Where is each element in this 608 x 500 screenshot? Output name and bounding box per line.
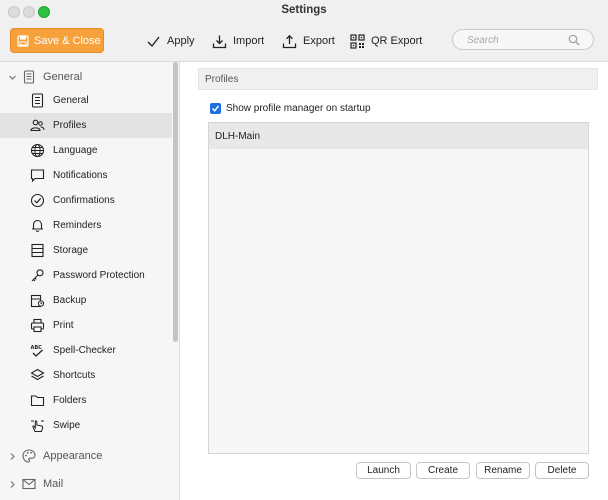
sidebar-item-backup[interactable]: Backup — [0, 288, 172, 313]
check-circle-icon — [30, 193, 45, 208]
sidebar-item-print[interactable]: Print — [0, 313, 172, 338]
title-bar: Settings Save & Close Apply Import Expor… — [0, 0, 608, 62]
show-profile-manager-option[interactable]: Show profile manager on startup — [210, 101, 371, 115]
sidebar-item-label: Folders — [53, 395, 87, 406]
section-title: Profiles — [205, 74, 239, 85]
create-button[interactable]: Create — [416, 462, 470, 479]
sidebar-item-label: Storage — [53, 245, 89, 256]
sidebar-item-label: Password Protection — [53, 270, 145, 281]
launch-button[interactable]: Launch — [356, 462, 411, 479]
export-label: Export — [303, 35, 335, 47]
palette-icon — [22, 449, 36, 463]
envelope-icon — [22, 478, 36, 490]
hand-swipe-icon — [31, 420, 44, 432]
chat-bubble-icon — [30, 169, 45, 183]
sidebar-group-appearance[interactable]: Appearance — [0, 446, 172, 466]
sidebar-item-confirmations[interactable]: Confirmations — [0, 188, 172, 213]
sidebar-item-label: Shortcuts — [53, 370, 96, 381]
sidebar-item-label: Reminders — [53, 220, 102, 231]
sidebar-item-profiles[interactable]: Profiles — [0, 113, 172, 138]
import-label: Import — [233, 35, 265, 47]
sidebar-item-shortcuts[interactable]: Shortcuts — [0, 363, 172, 388]
show-profile-manager-checkbox[interactable] — [210, 102, 221, 114]
delete-button[interactable]: Delete — [535, 462, 589, 479]
backup-icon — [30, 294, 45, 308]
globe-icon — [30, 143, 45, 158]
sidebar-group-general[interactable]: General — [0, 67, 172, 87]
sidebar-item-storage[interactable]: Storage — [0, 238, 172, 263]
document-list-icon — [31, 93, 44, 108]
sidebar-item-folders[interactable]: Folders — [0, 388, 172, 413]
sidebar-item-label: Profiles — [53, 120, 87, 131]
import-button[interactable]: Import — [212, 32, 264, 50]
sidebar-item-swipe[interactable]: Swipe — [0, 413, 172, 438]
qr-code-icon — [350, 33, 365, 49]
svg-text:ABC: ABC — [31, 345, 43, 351]
storage-icon — [31, 243, 44, 258]
search-icon — [568, 34, 580, 46]
sidebar-item-label: Swipe — [53, 420, 81, 431]
users-icon — [30, 119, 45, 132]
printer-icon — [30, 318, 45, 333]
sidebar-item-label: Language — [53, 145, 98, 156]
sidebar-group-label: General — [43, 71, 83, 83]
sidebar-item-label: Confirmations — [53, 195, 115, 206]
save-close-button[interactable]: Save & Close — [10, 28, 104, 53]
sidebar-item-language[interactable]: Language — [0, 138, 172, 163]
layers-icon — [30, 368, 45, 381]
sidebar-item-password-protection[interactable]: Password Protection — [0, 263, 172, 288]
save-disk-icon — [17, 34, 29, 47]
chevron-down-icon — [9, 75, 16, 80]
document-list-icon — [23, 70, 35, 84]
list-item[interactable]: DLH-Main — [209, 123, 588, 149]
checkmark-icon — [211, 105, 220, 112]
search-box[interactable] — [452, 29, 594, 50]
sidebar-item-label: Print — [53, 320, 74, 331]
bell-icon — [32, 219, 43, 232]
section-header: Profiles — [198, 68, 598, 90]
window-title: Settings — [281, 4, 327, 16]
sidebar-group-label: Appearance — [43, 450, 103, 462]
download-icon — [212, 35, 227, 48]
apply-label: Apply — [167, 35, 195, 47]
profile-name: DLH-Main — [215, 131, 261, 142]
key-icon — [31, 269, 44, 282]
export-button[interactable]: Export — [282, 32, 335, 50]
sidebar-item-notifications[interactable]: Notifications — [0, 163, 172, 188]
sidebar-item-label: Backup — [53, 295, 87, 306]
save-close-label: Save & Close — [34, 34, 101, 47]
chevron-right-icon — [10, 452, 15, 460]
rename-button[interactable]: Rename — [476, 462, 530, 479]
show-profile-manager-label: Show profile manager on startup — [226, 102, 371, 114]
apply-button[interactable]: Apply — [146, 32, 195, 50]
qr-export-label: QR Export — [371, 35, 423, 47]
qr-export-button[interactable]: QR Export — [350, 32, 422, 50]
sidebar-scroll-thumb[interactable] — [173, 62, 178, 342]
checkmark-icon — [147, 36, 160, 47]
spell-check-icon: ABC — [31, 345, 43, 357]
search-input[interactable] — [467, 33, 567, 47]
sidebar-item-label: Spell-Checker — [53, 345, 116, 356]
folder-icon — [30, 395, 45, 407]
profile-list[interactable]: DLH-Main — [208, 122, 589, 454]
sidebar-item-label: Notifications — [53, 170, 108, 181]
sidebar-item-label: General — [53, 95, 89, 106]
chevron-right-icon — [10, 480, 15, 488]
sidebar-group-mail[interactable]: Mail — [0, 474, 172, 494]
sidebar-item-spell-checker[interactable]: ABC Spell-Checker — [0, 338, 172, 363]
upload-icon — [282, 34, 297, 48]
sidebar-item-general[interactable]: General — [0, 88, 172, 113]
sidebar-item-reminders[interactable]: Reminders — [0, 213, 172, 238]
sidebar-group-label: Mail — [43, 478, 64, 490]
